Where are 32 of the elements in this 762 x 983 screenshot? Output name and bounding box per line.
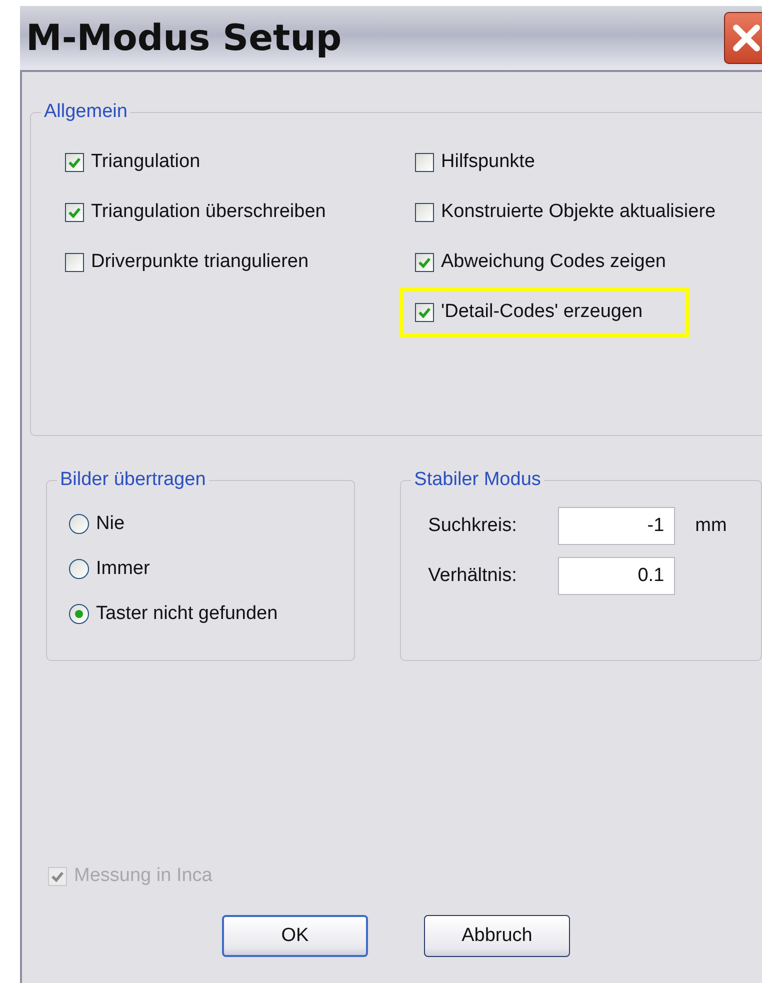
- checkbox[interactable]: [65, 152, 84, 172]
- input-field[interactable]: 0.1: [558, 557, 676, 595]
- checkbox-label[interactable]: Driverpunkte triangulieren: [91, 251, 309, 273]
- checkbox[interactable]: [415, 152, 434, 172]
- checkbox-label[interactable]: Hilfspunkte: [441, 151, 535, 173]
- input-field[interactable]: -1: [558, 507, 676, 545]
- close-button[interactable]: [724, 12, 762, 64]
- unit-label: mm: [695, 515, 727, 537]
- radio-button[interactable]: [69, 604, 89, 624]
- cancel-button[interactable]: Abbruch: [424, 915, 570, 957]
- close-icon: [731, 22, 762, 54]
- radio-label[interactable]: Nie: [96, 513, 125, 535]
- group-title: Allgemein: [41, 101, 130, 123]
- checkbox[interactable]: [415, 252, 434, 272]
- checkbox-label[interactable]: Abweichung Codes zeigen: [441, 251, 666, 273]
- radio-label[interactable]: Taster nicht gefunden: [96, 603, 278, 625]
- group-title: Bilder übertragen: [57, 469, 209, 491]
- ok-button[interactable]: OK: [222, 915, 368, 957]
- checkbox[interactable]: [415, 202, 434, 222]
- field-label: Suchkreis:: [428, 515, 518, 537]
- checkbox-label[interactable]: Konstruierte Objekte aktualisiere: [441, 201, 716, 223]
- checkbox[interactable]: [65, 202, 84, 222]
- checkbox-label[interactable]: Triangulation: [91, 151, 200, 173]
- checkbox[interactable]: [65, 252, 84, 272]
- radio-button[interactable]: [69, 514, 89, 534]
- radio-button[interactable]: [69, 559, 89, 579]
- checkbox-label[interactable]: Triangulation überschreiben: [91, 201, 326, 223]
- field-label: Verhältnis:: [428, 565, 518, 587]
- checkbox-label[interactable]: 'Detail-Codes' erzeugen: [441, 301, 643, 323]
- window-title: M-Modus Setup: [26, 18, 342, 58]
- checkbox[interactable]: [415, 302, 434, 322]
- radio-label[interactable]: Immer: [96, 558, 150, 580]
